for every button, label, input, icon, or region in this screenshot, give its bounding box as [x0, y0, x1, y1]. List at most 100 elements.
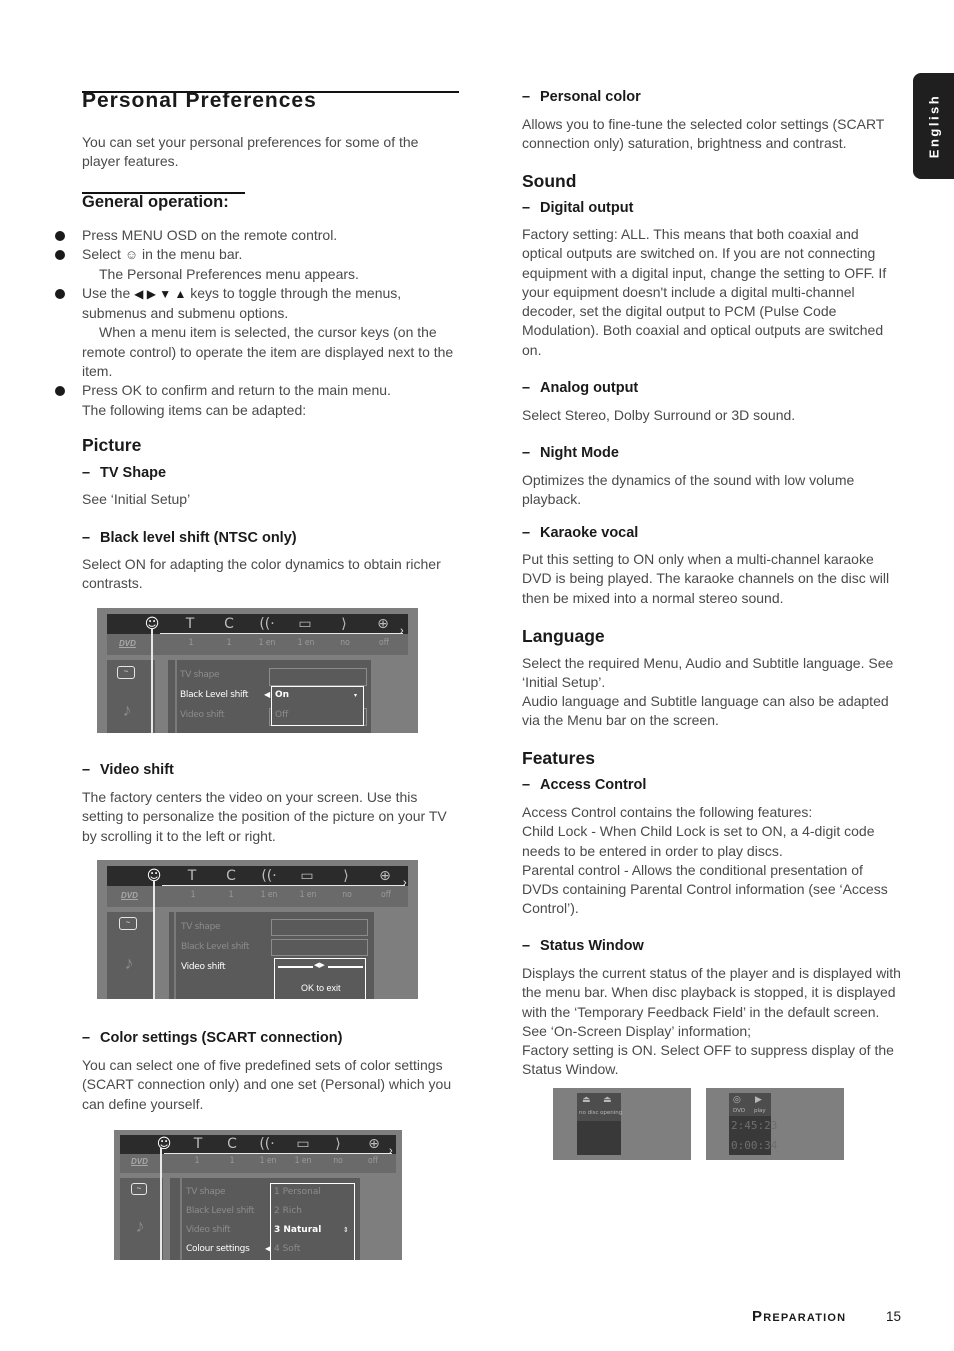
step-1: Press MENU OSD on the remote control. [52, 226, 462, 245]
bullet-icon [55, 288, 65, 299]
step-text: in the menu bar. [141, 246, 243, 263]
play-label: play [754, 1108, 766, 1114]
picture-icon: ~ [131, 1183, 147, 1195]
osd-item-colour-settings: Colour settings [186, 1244, 250, 1254]
osd-slider-popup: ◀▶ OK to exit [274, 958, 366, 999]
option-rich: 2 Rich [274, 1206, 302, 1216]
angle-icon: ⟩ [343, 868, 349, 884]
osd-item-tv-shape: TV shape [186, 1187, 226, 1197]
step-text: Select [82, 246, 121, 263]
osd-divider [160, 633, 403, 634]
status-window-playing: ◎ ▶ DVD play 2:45:23 0:00:34 [706, 1088, 844, 1160]
digital-output-heading: – Digital output [522, 200, 634, 216]
zoom-icon: ⊕ [368, 1136, 380, 1152]
osd-item-video-shift: Video shift [186, 1225, 231, 1235]
no-disc-label: no disc [579, 1110, 599, 1116]
sound-heading: Sound [522, 171, 577, 191]
step-text: keys to toggle through the menus, submen… [82, 284, 402, 322]
picture-icon: ~ [119, 917, 137, 930]
osd-selection-line [151, 628, 153, 733]
disc-icon: ◎ [733, 1095, 741, 1105]
audio-icon: ((· [259, 1136, 275, 1152]
elapsed-time: 0:00:34 [731, 1139, 778, 1152]
osd-item-video-shift: Video shift [181, 962, 226, 972]
black-level-heading: – Black level shift (NTSC only) [82, 530, 297, 546]
night-mode-text: Optimizes the dynamics of the sound with… [522, 472, 855, 508]
dvd-label: DVD [733, 1108, 746, 1114]
audio-icon: ((· [261, 868, 277, 884]
sound-icon: ♪ [135, 1216, 145, 1236]
access-control-heading: – Access Control [522, 777, 647, 793]
personal-preferences-icon: ☺ [156, 1136, 172, 1152]
language-text-1: Select the required Menu, Audio and Subt… [522, 655, 894, 691]
page-number: 15 [886, 1309, 902, 1324]
status-angle: no [340, 638, 350, 648]
title-icon: T [185, 616, 195, 632]
step-result: When a menu item is selected, the cursor… [82, 324, 454, 380]
arrow-left-icon: ◀ [264, 690, 271, 699]
step-note: The following items can be adapted: [82, 401, 307, 418]
status-window-text: Displays the current status of the playe… [522, 964, 902, 1080]
option-off: Off [275, 710, 289, 720]
osd-screenshot-color-settings: DVD ☺ T C ((· ▭ ⟩ ⊕ › 1 1 1 en 1 en no o… [114, 1130, 402, 1260]
zoom-icon: ⊕ [377, 616, 389, 632]
audio-icon: ((· [259, 616, 275, 632]
status-chapter: 1 [226, 638, 232, 648]
status-subtitle: 1 en [297, 638, 315, 648]
step-3: Use the ◀ ▶ ▼ ▲ keys to toggle through t… [52, 284, 462, 381]
osd-panel-border [175, 660, 177, 733]
access-control-line: Access Control contains the following fe… [522, 804, 813, 820]
arrow-right-icon: › [389, 1145, 393, 1157]
title-icon: T [187, 868, 197, 884]
karaoke-text: Put this setting to ON only when a multi… [522, 551, 890, 606]
subtitle-icon: ▭ [296, 1136, 310, 1152]
opening-label: opening [600, 1110, 623, 1116]
analog-output-heading: – Analog output [522, 380, 639, 396]
digital-output-text: Factory setting: ALL. This means that bo… [522, 226, 887, 358]
color-settings-text: You can select one of five predefined se… [82, 1057, 452, 1112]
dvd-logo: DVD [119, 639, 136, 648]
slider-track-right [328, 966, 363, 968]
night-mode-heading: – Night Mode [522, 445, 619, 461]
language-tab-label: English [926, 93, 941, 159]
option-natural: 3 Natural [274, 1225, 322, 1235]
osd-divider [162, 885, 405, 886]
status-window-heading: – Status Window [522, 938, 644, 954]
dvd-logo: DVD [131, 1157, 148, 1166]
osd-field [269, 668, 367, 686]
slider-handle-icon[interactable]: ◀▶ [314, 961, 325, 969]
play-icon: ▶ [755, 1095, 762, 1105]
osd-field [271, 939, 368, 956]
language-text-2: Audio language and Subtitle language can… [522, 693, 889, 729]
personal-color-text: Allows you to fine-tune the selected col… [522, 116, 885, 152]
color-settings-heading: – Color settings (SCART connection) [82, 1030, 343, 1046]
subtitle-icon: ▭ [298, 616, 312, 632]
status-angle: no [333, 1156, 343, 1166]
zoom-icon: ⊕ [379, 868, 391, 884]
slider-track-left [278, 966, 313, 968]
osd-panel-border [180, 1178, 182, 1260]
language-tab: English [913, 73, 954, 179]
osd-item-video-shift: Video shift [180, 710, 225, 720]
step-text: Press OK to confirm and return to the ma… [82, 382, 391, 399]
bullet-icon [55, 231, 65, 241]
tray-opening-icon: ⏏ [603, 1095, 612, 1105]
status-chapter: 1 [229, 1156, 235, 1166]
dvd-logo: DVD [121, 891, 138, 900]
status-title: 1 [188, 638, 194, 648]
cursor-keys-icon: ◀ ▶ ▼ ▲ [134, 286, 187, 301]
osd-divider [164, 1153, 392, 1154]
osd-option-popup: On ▾ Off [271, 686, 364, 726]
osd-panel-border [174, 912, 176, 999]
osd-item-black-level: Black Level shift [181, 942, 250, 952]
option-on: On [275, 690, 290, 700]
step-result: The Personal Preferences menu appears. [99, 265, 359, 282]
tv-shape-heading: – TV Shape [82, 465, 167, 481]
step-2: Select ☺ in the menu bar. The Personal P… [52, 245, 462, 284]
step-text: Press MENU OSD on the remote control. [82, 227, 338, 243]
status-audio: 1 en [259, 1156, 277, 1166]
option-soft: 4 Soft [274, 1244, 301, 1254]
osd-item-black-level: Black Level shift [186, 1206, 255, 1216]
subtitle-icon: ▭ [300, 868, 314, 884]
general-operation-heading: General operation: [82, 193, 229, 211]
